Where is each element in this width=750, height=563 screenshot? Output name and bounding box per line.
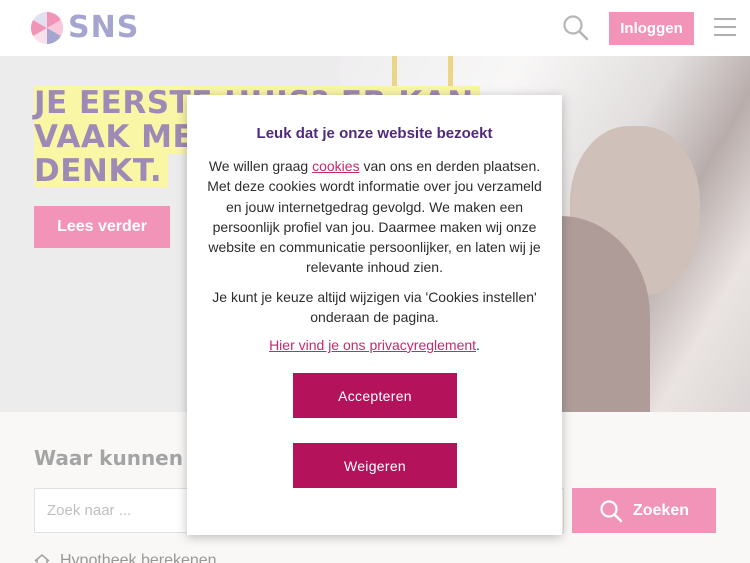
decline-button[interactable]: Weigeren xyxy=(293,443,457,488)
cookie-consent-dialog: Leuk dat je onze website bezoekt We will… xyxy=(187,95,562,535)
accept-button[interactable]: Accepteren xyxy=(293,373,457,418)
dialog-title: Leuk dat je onze website bezoekt xyxy=(256,125,493,142)
privacy-suffix: . xyxy=(476,337,480,353)
privacy-link[interactable]: Hier vind je ons privacyreglement xyxy=(269,337,476,353)
dialog-body-text: We willen graag xyxy=(208,158,313,174)
dialog-note: Je kunt je keuze altijd wijzigen via 'Co… xyxy=(212,289,537,325)
dialog-body-text: van ons en derden plaatsen. Met deze coo… xyxy=(207,158,542,276)
dialog-privacy: Hier vind je ons privacyreglement. xyxy=(203,337,546,353)
dialog-body: We willen graag cookies van ons en derde… xyxy=(203,156,546,278)
cookies-link[interactable]: cookies xyxy=(312,158,359,174)
